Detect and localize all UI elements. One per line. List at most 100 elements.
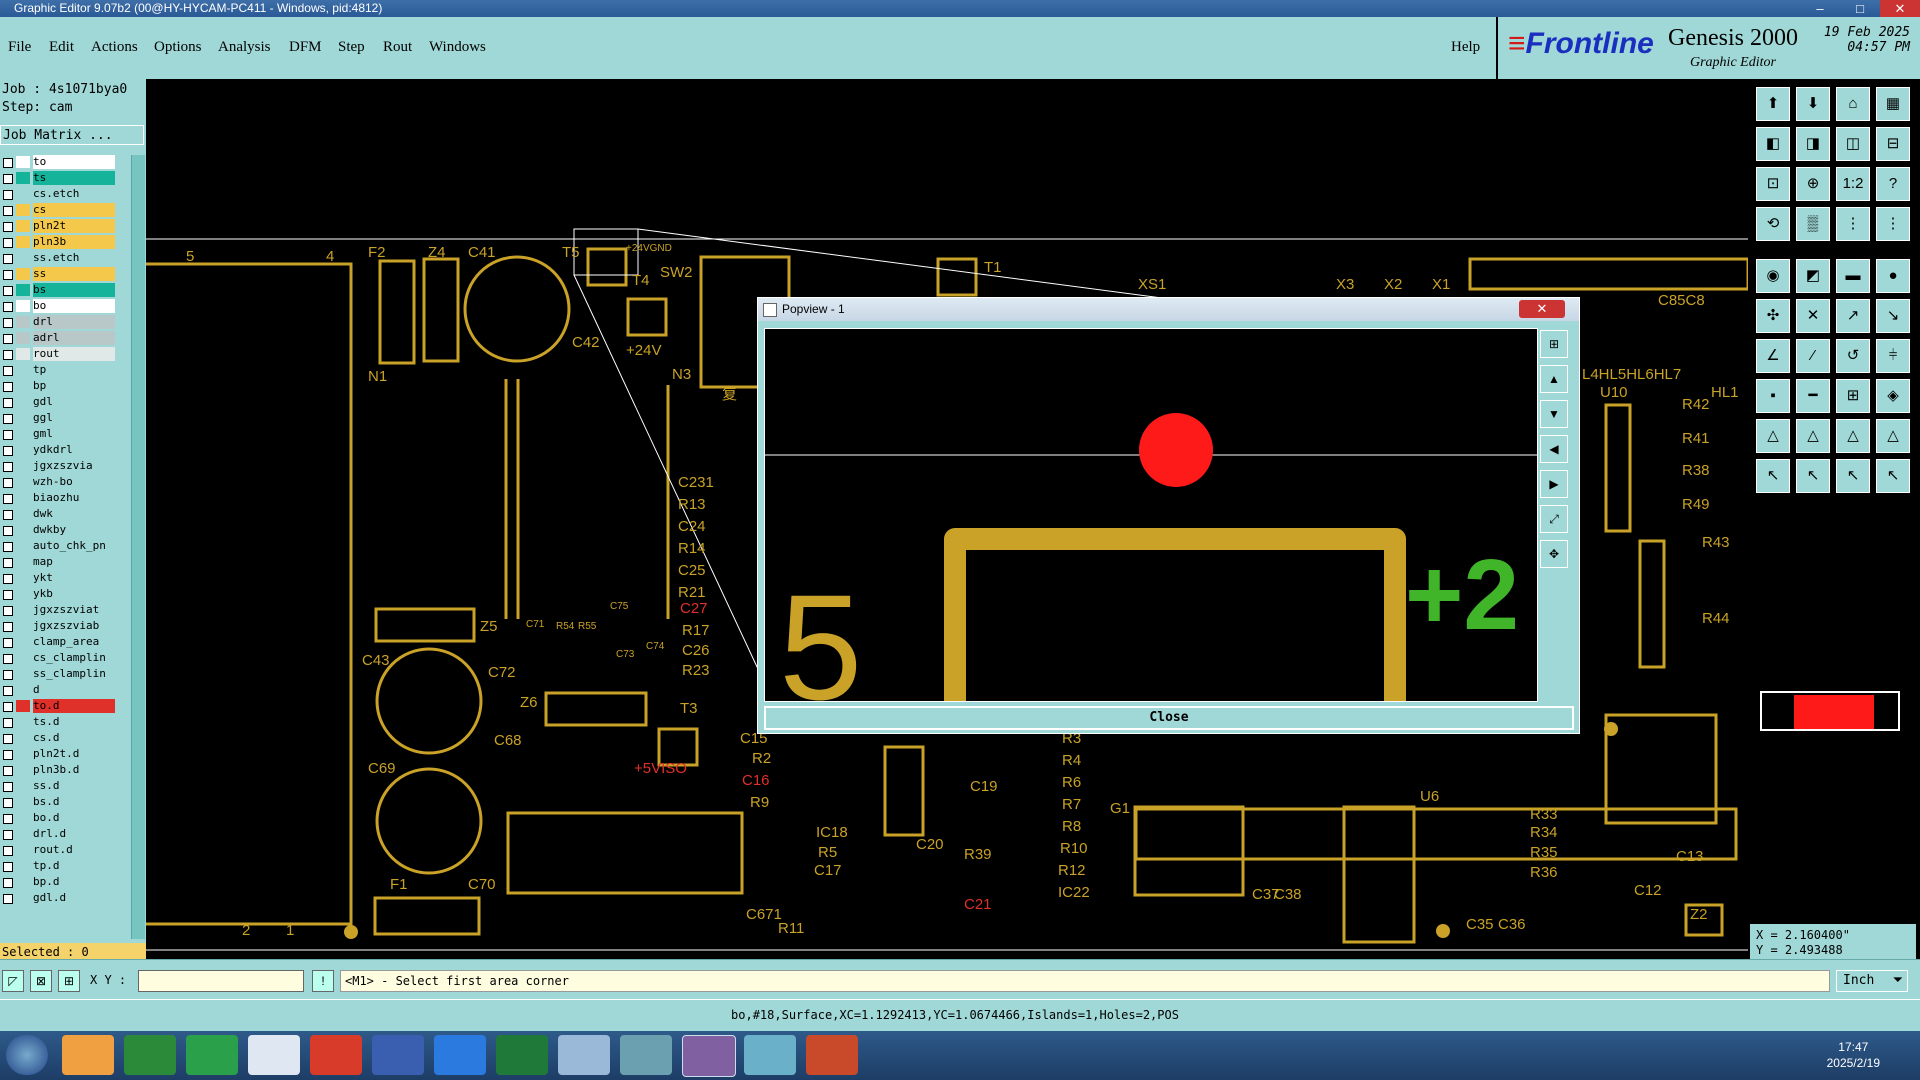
layer-row[interactable]: tp: [0, 363, 118, 377]
layer-color-swatch[interactable]: [16, 508, 30, 520]
layer-color-swatch[interactable]: [16, 268, 30, 280]
layer-checkbox[interactable]: [3, 894, 13, 904]
layer-row[interactable]: bo.d: [0, 811, 118, 825]
xy-input[interactable]: [138, 970, 304, 992]
taskbar-app-excel[interactable]: [496, 1035, 548, 1075]
tool-button[interactable]: △: [1756, 419, 1790, 453]
tool-button[interactable]: ⌂: [1836, 87, 1870, 121]
layer-color-swatch[interactable]: [16, 636, 30, 648]
layer-checkbox[interactable]: [3, 222, 13, 232]
menu-rout[interactable]: Rout: [383, 39, 412, 56]
layer-color-swatch[interactable]: [16, 572, 30, 584]
layer-row[interactable]: to.d: [0, 699, 118, 713]
tool-button[interactable]: ◈: [1876, 379, 1910, 413]
layer-color-swatch[interactable]: [16, 524, 30, 536]
layer-row[interactable]: ts.d: [0, 715, 118, 729]
menu-dfm[interactable]: DFM: [289, 39, 322, 56]
layer-row[interactable]: pln3b: [0, 235, 118, 249]
tool-button[interactable]: ◧: [1756, 127, 1790, 161]
layer-row[interactable]: ss.d: [0, 779, 118, 793]
layer-row[interactable]: jgxzszvia: [0, 459, 118, 473]
layer-row[interactable]: ydkdrl: [0, 443, 118, 457]
tool-button[interactable]: ⁄: [1796, 339, 1830, 373]
taskbar-app-red[interactable]: [310, 1035, 362, 1075]
layer-row[interactable]: pln2t.d: [0, 747, 118, 761]
units-selector[interactable]: Inch ⏷: [1836, 970, 1908, 992]
layer-color-swatch[interactable]: [16, 428, 30, 440]
taskbar-app-genesis[interactable]: [682, 1035, 736, 1077]
layer-color-swatch[interactable]: [16, 780, 30, 792]
layer-color-swatch[interactable]: [16, 732, 30, 744]
tool-button[interactable]: ⬆: [1756, 87, 1790, 121]
popview-zoom-out-button[interactable]: ▼: [1540, 400, 1568, 428]
layer-checkbox[interactable]: [3, 430, 13, 440]
tool-button[interactable]: ⊟: [1876, 127, 1910, 161]
layer-color-swatch[interactable]: [16, 284, 30, 296]
popview-close-button[interactable]: Close: [764, 706, 1574, 730]
layer-row[interactable]: gml: [0, 427, 118, 441]
layer-row[interactable]: cs.etch: [0, 187, 118, 201]
layer-color-swatch[interactable]: [16, 444, 30, 456]
layer-checkbox[interactable]: [3, 590, 13, 600]
snap-icon[interactable]: ◸: [2, 970, 24, 992]
layer-row[interactable]: ss: [0, 267, 118, 281]
layer-checkbox[interactable]: [3, 350, 13, 360]
layer-color-swatch[interactable]: [16, 220, 30, 232]
layer-checkbox[interactable]: [3, 622, 13, 632]
layer-checkbox[interactable]: [3, 606, 13, 616]
popview-pan-right-button[interactable]: ▶: [1540, 470, 1568, 498]
layer-row[interactable]: cs: [0, 203, 118, 217]
popview-close-x-button[interactable]: ✕: [1519, 300, 1565, 318]
layer-row[interactable]: ykb: [0, 587, 118, 601]
layer-checkbox[interactable]: [3, 254, 13, 264]
layer-color-swatch[interactable]: [16, 812, 30, 824]
layer-color-swatch[interactable]: [16, 412, 30, 424]
layer-checkbox[interactable]: [3, 526, 13, 536]
layer-checkbox[interactable]: [3, 318, 13, 328]
menu-edit[interactable]: Edit: [49, 39, 74, 56]
layer-checkbox[interactable]: [3, 574, 13, 584]
layer-checkbox[interactable]: [3, 542, 13, 552]
layer-row[interactable]: ss_clamplin: [0, 667, 118, 681]
layer-checkbox[interactable]: [3, 190, 13, 200]
layer-color-swatch[interactable]: [16, 556, 30, 568]
tool-button[interactable]: ◨: [1796, 127, 1830, 161]
layer-checkbox[interactable]: [3, 670, 13, 680]
layer-checkbox[interactable]: [3, 366, 13, 376]
layer-row[interactable]: adrl: [0, 331, 118, 345]
layer-checkbox[interactable]: [3, 446, 13, 456]
popview-canvas[interactable]: 5 +2: [764, 328, 1538, 702]
layer-row[interactable]: rout.d: [0, 843, 118, 857]
tool-button[interactable]: ⊕: [1796, 167, 1830, 201]
tool-button[interactable]: ↗: [1836, 299, 1870, 333]
layer-color-swatch[interactable]: [16, 748, 30, 760]
tool-button[interactable]: ⫩: [1876, 339, 1910, 373]
layer-color-swatch[interactable]: [16, 364, 30, 376]
layer-row[interactable]: drl.d: [0, 827, 118, 841]
layer-color-swatch[interactable]: [16, 796, 30, 808]
layer-row[interactable]: d: [0, 683, 118, 697]
tool-button[interactable]: ◩: [1796, 259, 1830, 293]
job-matrix-button[interactable]: Job Matrix ...: [0, 125, 144, 145]
tool-button[interactable]: ↖: [1836, 459, 1870, 493]
layer-checkbox[interactable]: [3, 558, 13, 568]
menu-actions[interactable]: Actions: [91, 39, 138, 56]
layer-scrollbar[interactable]: [131, 155, 145, 939]
layer-checkbox[interactable]: [3, 766, 13, 776]
layer-checkbox[interactable]: [3, 846, 13, 856]
layer-row[interactable]: wzh-bo: [0, 475, 118, 489]
tool-button[interactable]: ⋮: [1876, 207, 1910, 241]
layer-row[interactable]: to: [0, 155, 118, 169]
layer-row[interactable]: ykt: [0, 571, 118, 585]
layer-checkbox[interactable]: [3, 174, 13, 184]
layer-color-swatch[interactable]: [16, 252, 30, 264]
layer-row[interactable]: tp.d: [0, 859, 118, 873]
layer-color-swatch[interactable]: [16, 332, 30, 344]
layer-row[interactable]: pln2t: [0, 219, 118, 233]
layer-color-swatch[interactable]: [16, 700, 30, 712]
menu-step[interactable]: Step: [338, 39, 365, 56]
system-clock[interactable]: 17:47 2025/2/19: [1827, 1039, 1880, 1071]
grid-icon[interactable]: ⊞: [58, 970, 80, 992]
layer-color-swatch[interactable]: [16, 300, 30, 312]
close-window-button[interactable]: ✕: [1880, 0, 1920, 17]
